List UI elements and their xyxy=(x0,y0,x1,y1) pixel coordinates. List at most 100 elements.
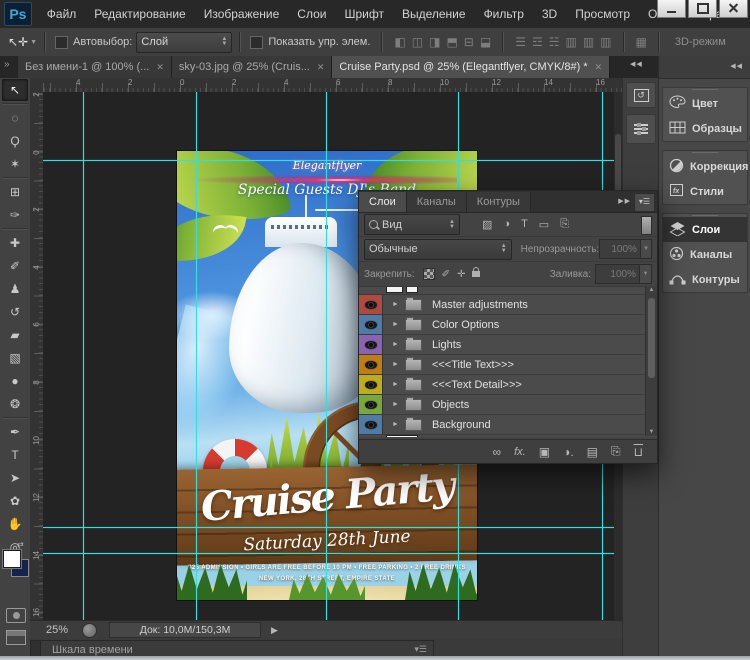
fill-value[interactable]: 100% xyxy=(595,264,640,284)
expand-group-icon[interactable]: ► xyxy=(392,341,399,348)
eye-icon[interactable] xyxy=(364,360,377,369)
auto-align-icon-0[interactable]: ▦ xyxy=(636,35,647,49)
distribute-icon-3[interactable]: ▥ xyxy=(565,35,576,49)
filter-shape-icon[interactable]: ▭ xyxy=(539,218,549,231)
hand-tool[interactable]: ✋ xyxy=(2,513,28,535)
move-tool-preset-icon[interactable]: ↖✛ xyxy=(8,35,28,49)
lock-transparent-icon[interactable] xyxy=(422,268,435,280)
layer-filter-select[interactable]: Вид ▲ ▼ xyxy=(364,214,460,235)
link-layers-icon[interactable]: ∞ xyxy=(493,445,502,459)
blur-tool[interactable]: ● xyxy=(2,370,28,392)
panel-menu-icon[interactable]: ▾☰ xyxy=(634,193,655,212)
filter-adjustment-icon[interactable]: ◑ xyxy=(503,218,510,231)
filter-smart-icon[interactable]: ⎘ xyxy=(560,218,569,231)
align-icon-3[interactable]: ⬒ xyxy=(446,35,457,49)
menu-item-2[interactable]: Изображение xyxy=(195,0,289,28)
distribute-icon-0[interactable]: ☰ xyxy=(515,35,526,49)
swap-colors-icon[interactable]: ⇄ xyxy=(17,540,24,549)
distribute-icon-1[interactable]: ☲ xyxy=(532,35,543,49)
layer-row[interactable]: ► Master adjustments xyxy=(359,295,657,315)
expand-group-icon[interactable]: ► xyxy=(392,361,399,368)
document-tab-2[interactable]: Cruise Party.psd @ 25% (Elegantflyer, CM… xyxy=(332,56,611,78)
eye-icon[interactable] xyxy=(364,420,377,429)
guide-horizontal[interactable] xyxy=(43,527,622,528)
layer-name[interactable]: Master adjustments xyxy=(432,299,528,311)
opacity-caret-icon[interactable]: ▼ xyxy=(640,239,652,259)
scroll-up-icon[interactable]: ▲ xyxy=(646,287,657,293)
dock-item-контуры[interactable]: Контуры xyxy=(663,267,747,292)
strip-collapse-icon[interactable]: ◀◀ xyxy=(630,60,643,68)
layer-name[interactable]: <<<Title Text>>> xyxy=(432,359,514,371)
dock-item-образцы[interactable]: Образцы xyxy=(663,116,747,141)
lock-position-icon[interactable]: ✛ xyxy=(457,269,465,280)
layer-name[interactable]: Background xyxy=(432,419,491,431)
dodge-tool[interactable]: ❂ xyxy=(2,393,28,415)
layer-name[interactable]: Color Options xyxy=(432,319,499,331)
eye-icon[interactable] xyxy=(364,340,377,349)
quick-selection-tool[interactable]: ✶ xyxy=(2,153,28,175)
minimize-button[interactable] xyxy=(657,0,686,18)
guide-horizontal[interactable] xyxy=(43,553,622,554)
tab-close-icon[interactable]: ✕ xyxy=(317,62,325,73)
dock-item-стили[interactable]: fx Стили xyxy=(663,179,747,204)
tab-overflow-icon[interactable]: » xyxy=(4,59,10,70)
layer-name[interactable]: <<<Text Detail>>> xyxy=(432,379,522,391)
expand-group-icon[interactable]: ► xyxy=(392,301,399,308)
new-layer-icon[interactable]: ⎘ xyxy=(611,444,621,459)
panel-tab-0[interactable]: Слои xyxy=(359,192,407,212)
guide-horizontal[interactable] xyxy=(43,160,622,161)
fill-caret-icon[interactable]: ▼ xyxy=(640,264,652,284)
document-size-field[interactable]: Док: 10,0M/150,3M xyxy=(109,622,262,638)
filter-type-icon[interactable]: T xyxy=(521,218,528,231)
opacity-value[interactable]: 100% xyxy=(599,239,641,259)
expand-group-icon[interactable]: ► xyxy=(392,381,399,388)
menu-item-1[interactable]: Редактирование xyxy=(85,0,194,28)
brush-tool[interactable]: ✐ xyxy=(2,255,28,277)
layer-visibility-chip[interactable] xyxy=(359,335,383,354)
layer-visibility-chip[interactable] xyxy=(359,315,383,334)
distribute-icon-2[interactable]: ☵ xyxy=(549,35,560,49)
layer-style-icon[interactable]: fx. xyxy=(514,446,526,458)
layer-visibility-chip[interactable] xyxy=(359,295,383,314)
type-tool[interactable]: T xyxy=(2,444,28,466)
scroll-thumb[interactable] xyxy=(648,298,655,378)
pen-tool[interactable]: ✒ xyxy=(2,421,28,443)
status-badge-icon[interactable] xyxy=(82,622,98,638)
layer-visibility-chip[interactable] xyxy=(359,375,383,394)
expand-group-icon[interactable]: ► xyxy=(392,421,399,428)
healing-brush-tool[interactable]: ✚ xyxy=(2,232,28,254)
menu-item-7[interactable]: 3D xyxy=(533,0,566,28)
eraser-tool[interactable]: ▰ xyxy=(2,324,28,346)
align-icon-2[interactable]: ◨ xyxy=(429,35,440,49)
foreground-color-swatch[interactable] xyxy=(2,549,22,569)
guide-vertical[interactable] xyxy=(326,92,327,620)
screen-mode-button[interactable] xyxy=(6,630,26,645)
adjustment-layer-icon[interactable]: ◑. xyxy=(563,445,574,459)
layer-visibility-chip[interactable] xyxy=(359,395,383,414)
properties-panel-button[interactable] xyxy=(626,114,656,144)
tab-close-icon[interactable]: ✕ xyxy=(595,62,603,73)
guide-vertical[interactable] xyxy=(196,92,197,620)
panel-collapse-icon[interactable]: ▶▶ xyxy=(618,197,631,205)
guide-vertical[interactable] xyxy=(83,92,84,620)
menu-item-4[interactable]: Шрифт xyxy=(335,0,392,28)
document-tab-0[interactable]: Без имени-1 @ 100% (... ✕ xyxy=(18,56,172,78)
eyedropper-tool[interactable]: ✑ xyxy=(2,204,28,226)
layer-row[interactable]: ► Color Options xyxy=(359,315,657,335)
layer-row[interactable]: ► Objects xyxy=(359,395,657,415)
menu-item-3[interactable]: Слои xyxy=(288,0,335,28)
document-tab-1[interactable]: sky-03.jpg @ 25% (Cruis... ✕ xyxy=(171,56,333,78)
lock-all-icon[interactable] xyxy=(472,267,481,277)
gradient-tool[interactable]: ▧ xyxy=(2,347,28,369)
lock-pixels-icon[interactable]: ✐ xyxy=(442,269,450,280)
layer-mask-icon[interactable]: ▣ xyxy=(539,445,550,459)
menu-item-8[interactable]: Просмотр xyxy=(566,0,639,28)
new-group-icon[interactable]: ▤ xyxy=(587,445,598,459)
delete-layer-icon[interactable]: ⊔ xyxy=(634,445,643,459)
autoselect-checkbox[interactable] xyxy=(55,35,69,49)
filter-pixel-icon[interactable]: ▨ xyxy=(482,218,492,231)
clone-stamp-tool[interactable]: ♟ xyxy=(2,278,28,300)
history-brush-tool[interactable]: ↺ xyxy=(2,301,28,323)
distribute-icon-4[interactable]: ▥ xyxy=(583,35,594,49)
path-selection-tool[interactable]: ➤ xyxy=(2,467,28,489)
